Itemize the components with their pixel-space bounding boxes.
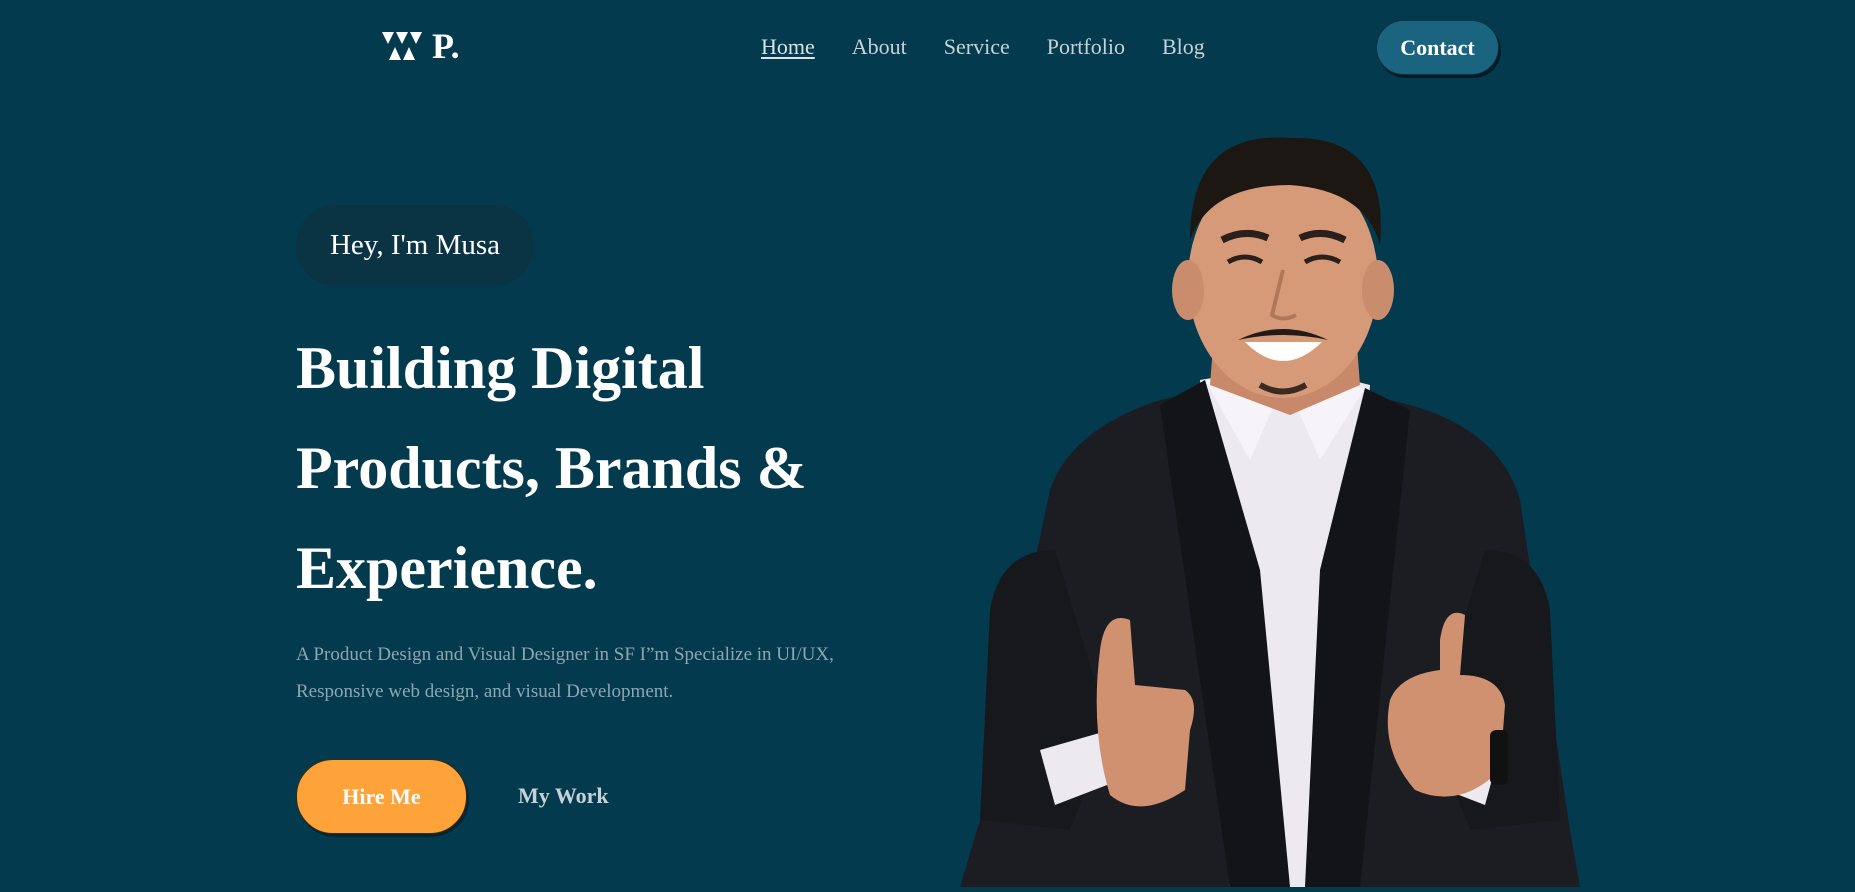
greeting-badge: Hey, I'm Musa xyxy=(296,205,534,286)
top-navigation: P. Home About Service Portfolio Blog Con… xyxy=(0,0,1855,96)
headline-line-3: Experience. xyxy=(296,535,598,601)
triangle-cluster-logo-icon xyxy=(382,30,422,62)
hire-me-button[interactable]: Hire Me xyxy=(296,759,467,834)
brand-name: P. xyxy=(432,26,460,66)
brand-logo[interactable]: P. xyxy=(382,28,460,64)
my-work-link[interactable]: My Work xyxy=(518,782,609,810)
nav-link-blog[interactable]: Blog xyxy=(1162,33,1205,61)
nav-link-home[interactable]: Home xyxy=(761,33,815,61)
headline-line-1: Building Digital xyxy=(296,335,705,401)
nav-link-service[interactable]: Service xyxy=(944,33,1010,61)
nav-link-about[interactable]: About xyxy=(852,33,907,61)
portrait-image xyxy=(960,130,1580,887)
headline-line-2: Products, Brands & xyxy=(296,435,807,501)
contact-button[interactable]: Contact xyxy=(1376,20,1499,75)
hero-headline: Building Digital Products, Brands & Expe… xyxy=(296,318,936,618)
hero-description: A Product Design and Visual Designer in … xyxy=(296,644,834,702)
nav-links: Home About Service Portfolio Blog xyxy=(761,33,1205,61)
nav-link-portfolio[interactable]: Portfolio xyxy=(1047,33,1125,61)
